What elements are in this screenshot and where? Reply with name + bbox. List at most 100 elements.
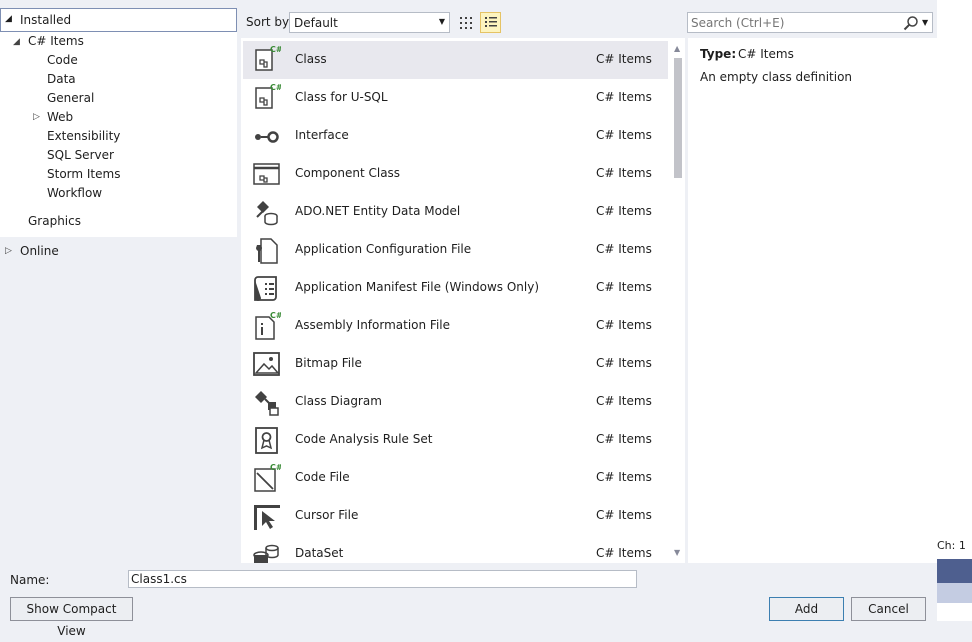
category-tree: ◢ C# Items Code Data General ▷ Web Exten… [0, 32, 237, 237]
name-field[interactable] [128, 570, 637, 588]
rule-set-icon [255, 427, 278, 454]
code-file-icon: C# [254, 463, 281, 492]
scroll-down-arrow-icon[interactable]: ▼ [674, 548, 680, 557]
tree-item-workflow[interactable]: Workflow [47, 184, 102, 203]
tree-item-general[interactable]: General [47, 89, 94, 108]
template-type: C# Items [596, 242, 652, 256]
template-row[interactable]: C# Class C# Items [243, 41, 668, 79]
template-type: C# Items [596, 128, 652, 142]
tree-item-extensibility[interactable]: Extensibility [47, 127, 120, 146]
tree-item-sql-server[interactable]: SQL Server [47, 146, 114, 165]
template-type: C# Items [596, 280, 652, 294]
template-name: Class for U-SQL [295, 90, 388, 104]
tree-item-code[interactable]: Code [47, 51, 78, 70]
scroll-up-arrow-icon[interactable]: ▲ [674, 44, 680, 53]
class-icon: C# [255, 45, 281, 71]
entity-data-model-icon [256, 201, 278, 226]
template-category-pane: ◢ Installed ◢ C# Items Code Data General… [0, 0, 237, 565]
search-input[interactable] [691, 15, 896, 30]
tree-item-graphics[interactable]: Graphics [28, 212, 81, 231]
type-label: Type: [700, 47, 737, 61]
template-row[interactable]: Bitmap File C# Items [243, 345, 668, 383]
chevron-down-icon: ▼ [438, 17, 445, 26]
template-type: C# Items [596, 508, 652, 522]
list-view-icon [485, 17, 497, 27]
medium-icons-view-button[interactable] [456, 12, 477, 33]
template-name: Cursor File [295, 508, 359, 522]
template-row[interactable]: Application Configuration File C# Items [243, 231, 668, 269]
component-class-icon [253, 163, 280, 185]
svg-text:C#: C# [270, 463, 281, 472]
template-row[interactable]: Cursor File C# Items [243, 497, 668, 535]
template-list: C# Class C# Items C# Class for U-SQL C# Items… [241, 38, 685, 563]
sort-by-dropdown[interactable]: Default ▼ [289, 12, 450, 33]
template-type: C# Items [596, 318, 652, 332]
template-description: An empty class definition [700, 70, 853, 84]
grid-view-icon [460, 17, 472, 29]
show-compact-view-button[interactable]: Show Compact View [10, 597, 133, 638]
collapse-arrow-icon[interactable]: ◢ [5, 14, 12, 24]
template-row[interactable]: DataSet C# Items [243, 535, 668, 563]
template-row[interactable]: C# Assembly Information File C# Items [243, 307, 668, 345]
template-type: C# Items [596, 432, 652, 446]
editor-background-strip: Ch: 1 [937, 0, 972, 621]
template-name: Application Configuration File [295, 242, 472, 256]
vertical-scrollbar[interactable]: ▲ ▼ [670, 38, 685, 563]
template-name: Code File [295, 470, 350, 484]
template-name: Assembly Information File [295, 318, 451, 332]
tree-item-data[interactable]: Data [47, 70, 76, 89]
template-name: Bitmap File [295, 356, 362, 370]
sort-by-label: Sort by: [246, 15, 293, 29]
template-type: C# Items [596, 52, 652, 66]
collapsed-arrow-icon[interactable]: ▷ [33, 112, 40, 122]
svg-text:C#: C# [270, 45, 281, 54]
search-box: ▼ [687, 12, 933, 33]
installed-header[interactable]: ◢ Installed [0, 8, 237, 32]
template-name: Interface [295, 128, 349, 142]
status-bar-band-light [937, 583, 972, 603]
template-row[interactable]: Interface C# Items [243, 117, 668, 155]
manifest-file-icon [254, 276, 277, 301]
config-file-icon [256, 238, 278, 264]
collapsed-arrow-icon[interactable]: ▷ [5, 242, 12, 261]
template-row[interactable]: Class Diagram C# Items [243, 383, 668, 421]
tree-item-csharp-items[interactable]: C# Items [28, 32, 84, 51]
template-name: Code Analysis Rule Set [295, 432, 433, 446]
template-row[interactable]: C# Class for U-SQL C# Items [243, 79, 668, 117]
template-name: Application Manifest File (Windows Only) [295, 280, 540, 294]
template-row[interactable]: Component Class C# Items [243, 155, 668, 193]
template-name: DataSet [295, 546, 344, 560]
search-icon[interactable] [903, 15, 919, 31]
usql-class-icon: C# [255, 83, 281, 109]
cancel-button[interactable]: Cancel [851, 597, 926, 621]
class-diagram-icon [255, 391, 279, 416]
scrollbar-thumb[interactable] [674, 58, 682, 178]
template-row[interactable]: C# Code File C# Items [243, 459, 668, 497]
type-value: C# Items [738, 47, 794, 61]
assembly-info-icon: C# [255, 311, 281, 340]
list-view-button[interactable] [480, 12, 501, 33]
status-bar-band [937, 559, 972, 583]
template-type: C# Items [596, 546, 652, 560]
tree-item-web[interactable]: Web [47, 108, 73, 127]
dialog-footer: Name: Show Compact View Add Cancel [0, 565, 937, 638]
dataset-icon [253, 544, 279, 563]
online-header[interactable]: ▷ Online [0, 242, 237, 261]
template-type: C# Items [596, 90, 652, 104]
template-details-pane: Type: C# Items An empty class definition [688, 38, 937, 563]
add-button[interactable]: Add [769, 597, 844, 621]
column-indicator: Ch: 1 [937, 539, 966, 552]
template-row[interactable]: Application Manifest File (Windows Only)… [243, 269, 668, 307]
template-row[interactable]: Code Analysis Rule Set C# Items [243, 421, 668, 459]
tree-item-storm-items[interactable]: Storm Items [47, 165, 120, 184]
expanded-arrow-icon[interactable]: ◢ [13, 37, 20, 47]
online-label: Online [20, 244, 59, 258]
sort-by-value: Default [294, 16, 338, 30]
template-type: C# Items [596, 394, 652, 408]
svg-text:C#: C# [270, 83, 281, 92]
interface-icon [255, 131, 279, 143]
template-row[interactable]: ADO.NET Entity Data Model C# Items [243, 193, 668, 231]
installed-label: Installed [20, 13, 72, 27]
template-type: C# Items [596, 204, 652, 218]
search-options-chevron-icon[interactable]: ▼ [922, 18, 928, 27]
